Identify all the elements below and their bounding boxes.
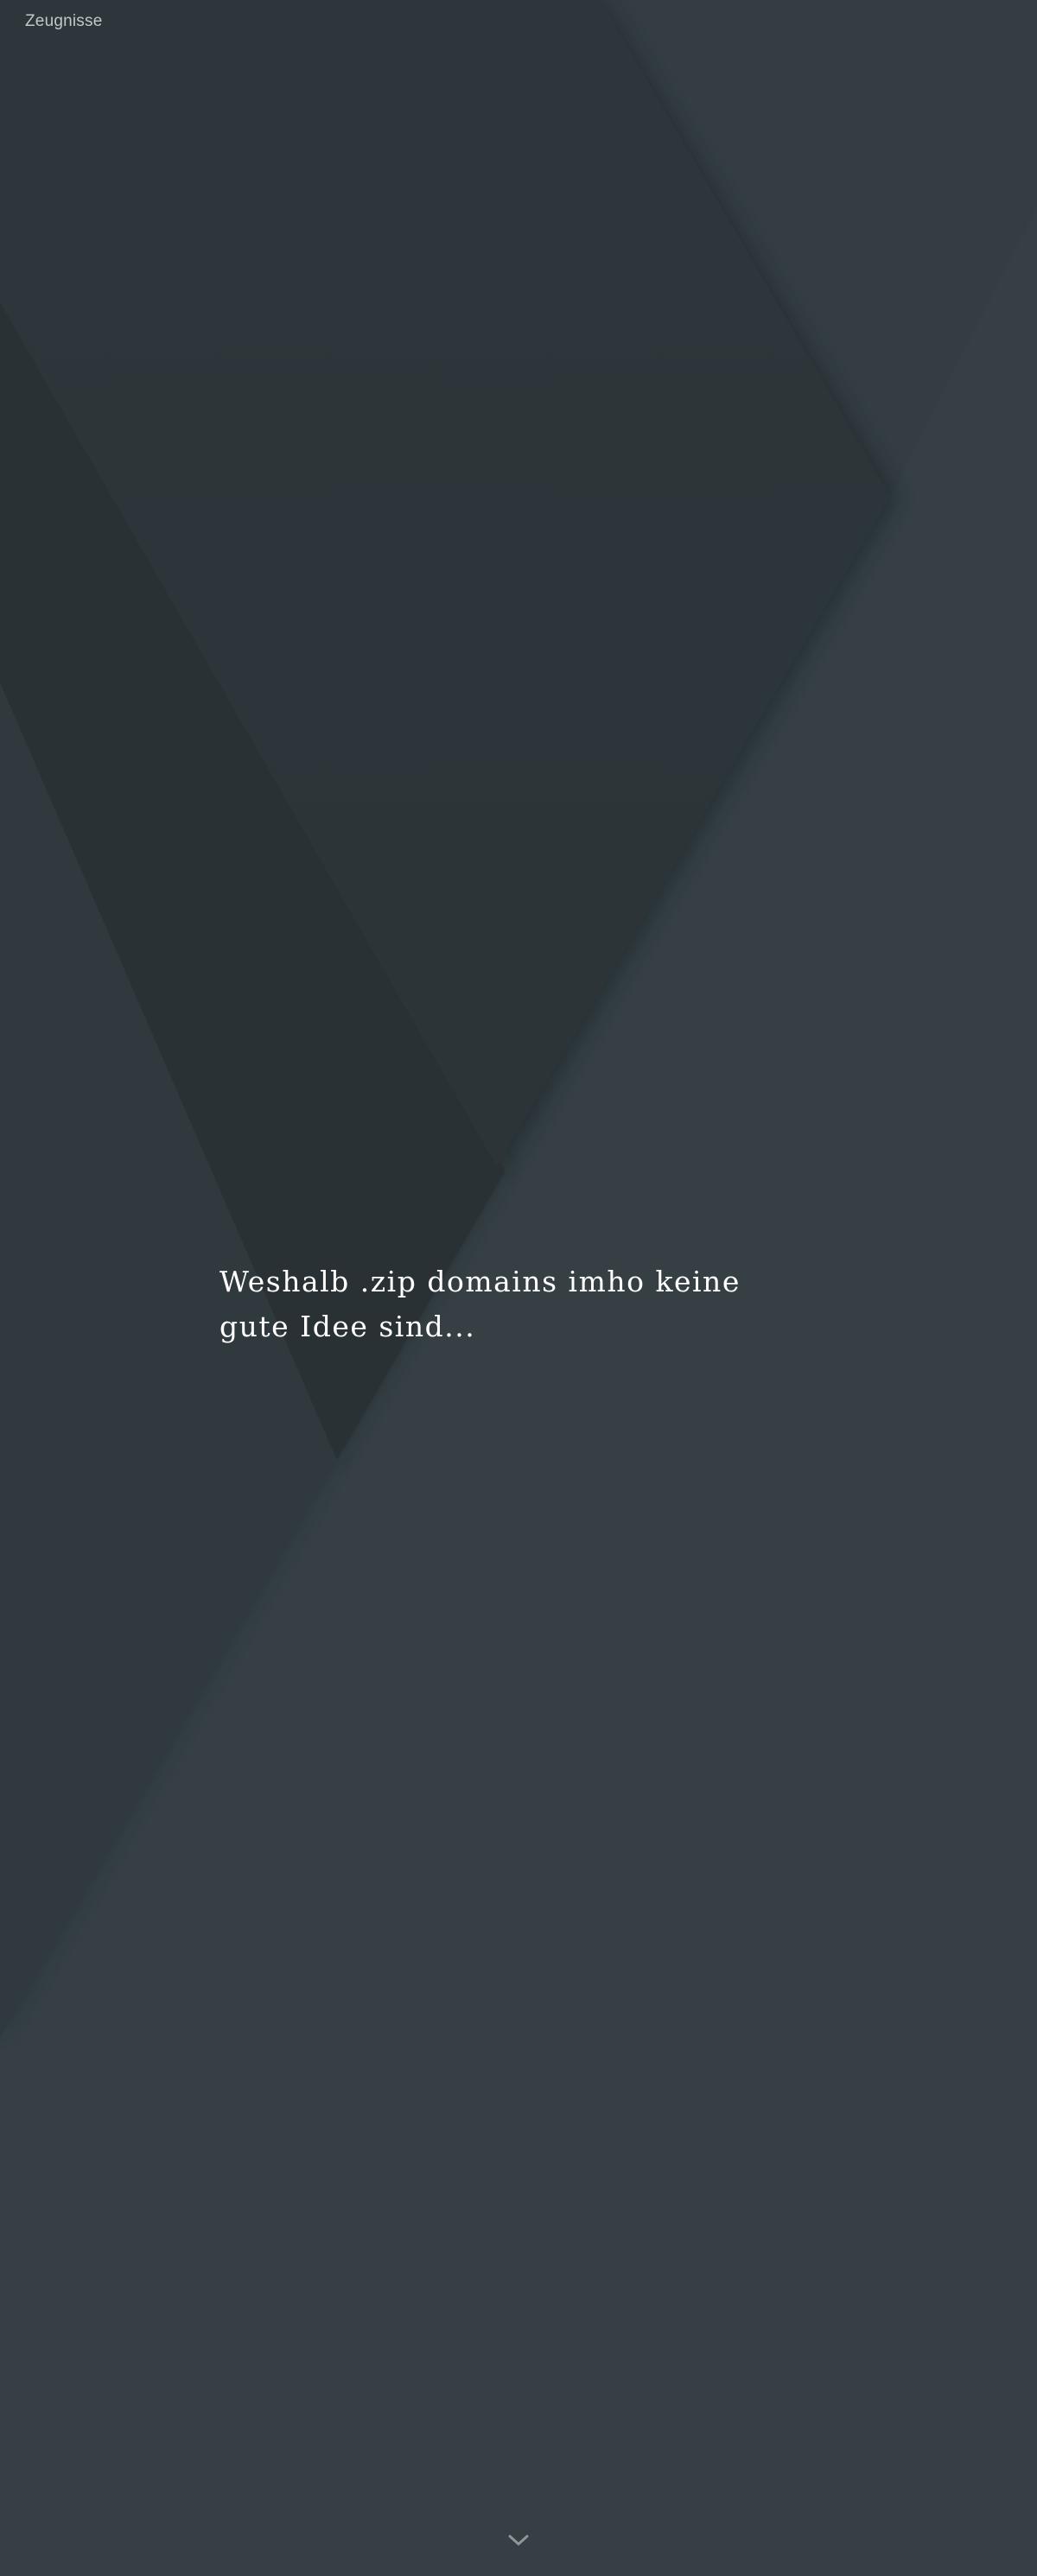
chevron-down-icon — [508, 2535, 529, 2551]
nav-link-zeugnisse[interactable]: Zeugnisse — [25, 12, 102, 31]
page: Zeugnisse Weshalb .zip domains imho kein… — [0, 0, 1037, 2576]
hero-title: Weshalb .zip domains imho keine gute Ide… — [219, 1265, 741, 1343]
scroll-down-button[interactable] — [506, 2533, 531, 2552]
